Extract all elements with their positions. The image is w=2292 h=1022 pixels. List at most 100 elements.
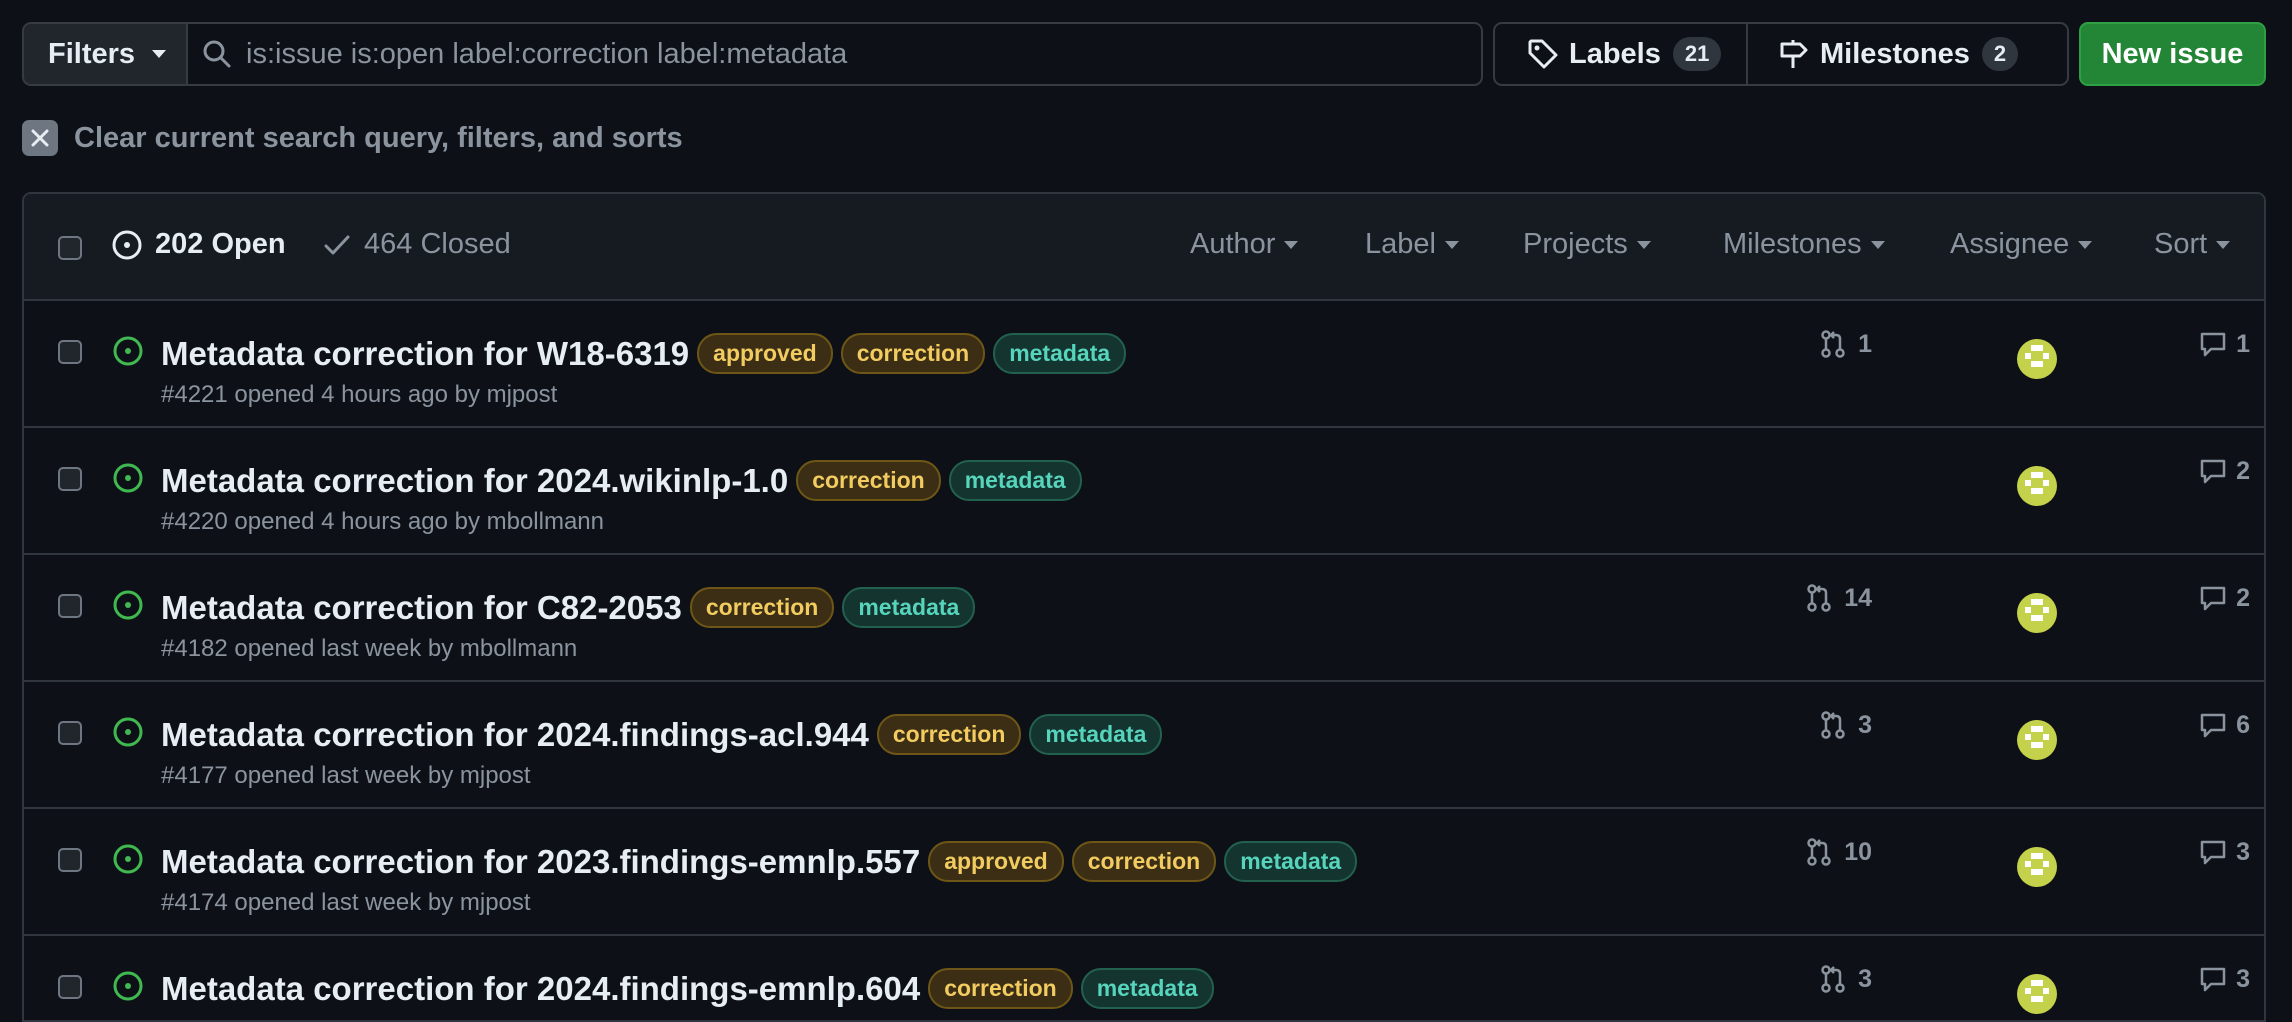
avatar[interactable]	[2017, 974, 2057, 1014]
labels-button[interactable]: Labels 21	[1495, 24, 1748, 84]
issue-title-line: Metadata correction for C82-2053 correcti…	[161, 587, 976, 628]
issue-opened-icon	[113, 971, 143, 1001]
comments-link[interactable]: 1	[2154, 329, 2250, 359]
comment-count: 6	[2236, 710, 2250, 739]
milestones-label: Milestones	[1820, 37, 1970, 70]
issue-checkbox[interactable]	[58, 467, 82, 491]
issue-meta: #4221 opened 4 hours ago by mjpost	[161, 381, 558, 408]
filter-label[interactable]: Label	[1365, 228, 1460, 261]
linked-pr[interactable]: 10	[1742, 837, 1872, 867]
label-correction[interactable]: correction	[840, 333, 986, 374]
caret-down-icon	[152, 50, 167, 58]
issue-title-link[interactable]: Metadata correction for 2023.findings-em…	[161, 843, 920, 881]
label-metadata[interactable]: metadata	[948, 460, 1082, 501]
comment-count: 3	[2236, 837, 2250, 866]
comment-icon	[2200, 586, 2226, 611]
avatar[interactable]	[2017, 847, 2057, 887]
labels-count: 21	[1672, 37, 1722, 71]
tag-icon	[1528, 39, 1558, 69]
filter-assignee[interactable]: Assignee	[1950, 228, 2093, 261]
issues-toolbar: Filters Labels 21 Milestones 2 New issue	[22, 22, 2266, 86]
label-metadata[interactable]: metadata	[842, 587, 976, 628]
comment-count: 1	[2236, 329, 2250, 358]
filter-label: Author	[1190, 228, 1276, 260]
filters-button[interactable]: Filters	[22, 22, 188, 86]
label-metadata[interactable]: metadata	[1080, 968, 1214, 1009]
labels-milestones-group: Labels 21 Milestones 2	[1493, 22, 2069, 86]
label-correction[interactable]: correction	[796, 460, 941, 501]
issue-checkbox[interactable]	[58, 594, 82, 618]
issue-title-line: Metadata correction for 2024.findings-em…	[161, 968, 1214, 1009]
open-issues-tab[interactable]: 202 Open	[111, 228, 286, 261]
issue-title-line: Metadata correction for 2024.wikinlp-1.0…	[161, 460, 1082, 501]
issue-title-line: Metadata correction for W18-6319 approved…	[161, 333, 1127, 374]
caret-down-icon	[1870, 240, 1885, 249]
label-correction[interactable]: correction	[928, 968, 1073, 1009]
avatar[interactable]	[2017, 339, 2057, 379]
issue-checkbox[interactable]	[58, 721, 82, 745]
select-all-checkbox[interactable]	[58, 236, 82, 260]
issue-opened-icon	[113, 717, 143, 747]
pull-request-icon	[1807, 838, 1831, 866]
filter-milestones[interactable]: Milestones	[1723, 228, 1886, 261]
filter-author[interactable]: Author	[1190, 228, 1299, 261]
check-icon	[324, 235, 350, 254]
avatar[interactable]	[2017, 593, 2057, 633]
comments-link[interactable]: 2	[2154, 456, 2250, 486]
comment-icon	[2200, 459, 2226, 484]
closed-count: 464 Closed	[364, 228, 511, 260]
filter-projects[interactable]: Projects	[1523, 228, 1652, 261]
label-metadata[interactable]: metadata	[1029, 714, 1163, 755]
label-approved[interactable]: approved	[697, 333, 833, 374]
issue-title-link[interactable]: Metadata correction for W18-6319	[161, 335, 689, 373]
label-correction[interactable]: correction	[689, 587, 835, 628]
pull-request-icon	[1821, 711, 1845, 739]
search-field[interactable]	[186, 22, 1483, 86]
comment-icon	[2200, 713, 2226, 738]
caret-down-icon	[1284, 240, 1299, 249]
issue-checkbox[interactable]	[58, 848, 82, 872]
filter-sort[interactable]: Sort	[2154, 228, 2231, 261]
issue-title-link[interactable]: Metadata correction for C82-2053	[161, 589, 682, 627]
comments-link[interactable]: 6	[2154, 710, 2250, 740]
issue-row: Metadata correction for W18-6319 approved…	[24, 301, 2264, 428]
label-metadata[interactable]: metadata	[993, 333, 1127, 374]
linked-pr[interactable]: 1	[1742, 329, 1872, 359]
avatar[interactable]	[2017, 466, 2057, 506]
caret-down-icon	[2216, 240, 2231, 249]
label-correction[interactable]: correction	[1071, 841, 1217, 882]
avatar[interactable]	[2017, 720, 2057, 760]
closed-issues-tab[interactable]: 464 Closed	[322, 228, 511, 261]
linked-pr[interactable]: 3	[1742, 964, 1872, 994]
pull-request-icon	[1821, 965, 1845, 993]
issue-title-link[interactable]: Metadata correction for 2024.findings-ac…	[161, 716, 869, 754]
issue-checkbox[interactable]	[58, 340, 82, 364]
comments-link[interactable]: 3	[2154, 837, 2250, 867]
issue-title-link[interactable]: Metadata correction for 2024.wikinlp-1.0	[161, 462, 788, 500]
linked-pr[interactable]: 14	[1742, 583, 1872, 613]
pull-request-icon	[1807, 584, 1831, 612]
milestones-count: 2	[1981, 37, 2019, 71]
issue-row: Metadata correction for 2023.findings-em…	[24, 809, 2264, 936]
comment-count: 2	[2236, 583, 2250, 612]
comments-link[interactable]: 3	[2154, 964, 2250, 994]
linked-pr[interactable]: 3	[1742, 710, 1872, 740]
search-input[interactable]	[246, 37, 1446, 71]
comment-icon	[2200, 967, 2226, 992]
label-metadata[interactable]: metadata	[1224, 841, 1358, 882]
pull-request-icon	[1821, 330, 1845, 358]
new-issue-button[interactable]: New issue	[2079, 22, 2266, 86]
comments-link[interactable]: 2	[2154, 583, 2250, 613]
comment-count: 2	[2236, 456, 2250, 485]
filter-label: Sort	[2154, 228, 2208, 260]
comment-icon	[2200, 840, 2226, 865]
issue-row: Metadata correction for C82-2053 correcti…	[24, 555, 2264, 682]
milestones-button[interactable]: Milestones 2	[1748, 24, 2019, 84]
label-approved[interactable]: approved	[928, 841, 1064, 882]
caret-down-icon	[2078, 240, 2093, 249]
label-correction[interactable]: correction	[876, 714, 1022, 755]
issue-rows: Metadata correction for W18-6319 approved…	[24, 301, 2264, 1020]
clear-query-link[interactable]: Clear current search query, filters, and…	[22, 120, 683, 156]
issue-opened-icon	[113, 463, 143, 493]
issue-checkbox[interactable]	[58, 975, 82, 999]
